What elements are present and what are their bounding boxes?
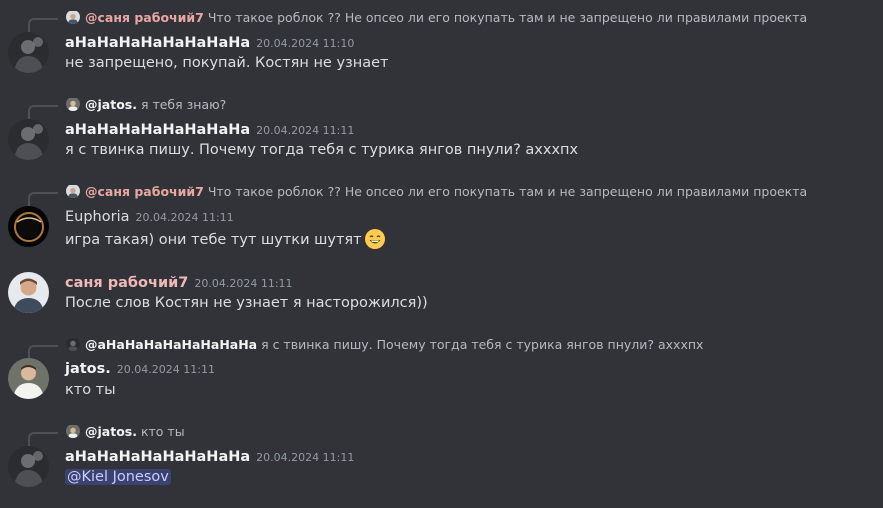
reply-reference[interactable]: @саня рабочий7 Что такое роблок ?? Не оп…: [28, 10, 868, 32]
chat-messages-area: @саня рабочий7 Что такое роблок ?? Не оп…: [0, 0, 883, 508]
message-content: После слов Костян не узнает я насторожил…: [65, 295, 428, 311]
reply-content[interactable]: кто ты: [141, 424, 185, 439]
grinning-face-emoji: [364, 228, 386, 250]
message-content: я с твинка пишу. Почему тогда тебя с тур…: [65, 142, 579, 158]
reply-content[interactable]: Что такое роблок ?? Не опсео ли его поку…: [208, 10, 807, 25]
reply-author[interactable]: @саня рабочий7: [85, 10, 204, 25]
reply-content[interactable]: Что такое роблок ?? Не опсео ли его поку…: [208, 184, 807, 199]
reply-author[interactable]: @jatos.: [85, 97, 137, 112]
reply-spine: [28, 192, 58, 206]
avatar[interactable]: [8, 119, 49, 160]
reply-content[interactable]: я с твинка пишу. Почему тогда тебя с тур…: [261, 337, 703, 352]
message-content: не запрещено, покупай. Костян не узнает: [65, 55, 389, 71]
reply-reference[interactable]: @аНаНаНаНаНаНаНаНа я с твинка пишу. Поче…: [28, 337, 868, 359]
reply-reference[interactable]: @jatos. я тебя знаю?: [28, 97, 868, 119]
reply-spine: [28, 432, 58, 446]
reply-reference[interactable]: @саня рабочий7 Что такое роблок ?? Не оп…: [28, 184, 868, 206]
message-timestamp: 20.04.2024 11:11: [116, 363, 215, 376]
reply-author[interactable]: @jatos.: [85, 424, 137, 439]
avatar[interactable]: [8, 206, 49, 247]
reply-spine: [28, 345, 58, 359]
avatar[interactable]: [8, 272, 49, 313]
message-author[interactable]: Euphoria: [65, 209, 130, 225]
message-text: игра такая) они тебе тут шутки шутят: [65, 232, 362, 248]
message-author[interactable]: саня рабочий7: [65, 275, 188, 291]
message-timestamp: 20.04.2024 11:10: [256, 37, 355, 50]
reply-spine: [28, 18, 58, 32]
reply-content[interactable]: я тебя знаю?: [141, 97, 226, 112]
message-content: игра такая) они тебе тут шутки шутят: [65, 228, 386, 250]
message-content: @Kiel Jonesov: [65, 467, 171, 487]
avatar[interactable]: [8, 358, 49, 399]
reply-avatar[interactable]: [66, 424, 80, 438]
reply-avatar[interactable]: [66, 10, 80, 24]
message-timestamp: 20.04.2024 11:11: [135, 211, 234, 224]
reply-author[interactable]: @аНаНаНаНаНаНаНаНа: [85, 337, 257, 352]
user-mention[interactable]: @Kiel Jonesov: [65, 469, 171, 485]
reply-avatar[interactable]: [66, 97, 80, 111]
reply-spine: [28, 105, 58, 119]
message-author[interactable]: аНаНаНаНаНаНаНаНа: [65, 122, 250, 138]
reply-avatar[interactable]: [66, 184, 80, 198]
message-author[interactable]: аНаНаНаНаНаНаНаНа: [65, 449, 250, 465]
message-timestamp: 20.04.2024 11:11: [194, 277, 293, 290]
message-content: кто ты: [65, 382, 116, 398]
message-timestamp: 20.04.2024 11:11: [256, 124, 355, 137]
avatar[interactable]: [8, 32, 49, 73]
reply-avatar[interactable]: [66, 337, 80, 351]
reply-reference[interactable]: @jatos. кто ты: [28, 424, 868, 446]
message-author[interactable]: jatos.: [65, 361, 111, 377]
reply-author[interactable]: @саня рабочий7: [85, 184, 204, 199]
message-author[interactable]: аНаНаНаНаНаНаНаНа: [65, 35, 250, 51]
message-timestamp: 20.04.2024 11:11: [256, 451, 355, 464]
avatar[interactable]: [8, 446, 49, 487]
